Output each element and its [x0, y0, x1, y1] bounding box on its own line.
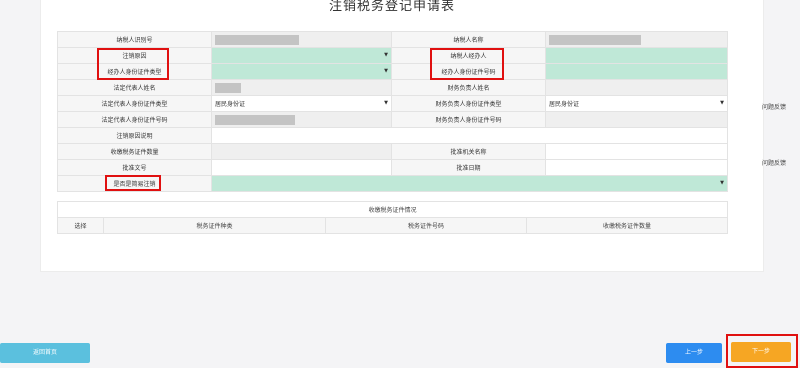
- highlight-box: [97, 48, 169, 80]
- cert-count-value: [211, 143, 392, 160]
- approval-date-input[interactable]: [545, 159, 728, 176]
- taxpayer-name-value: [545, 31, 728, 48]
- taxpayer-name-label: 纳税人名称: [391, 31, 546, 48]
- cert-count-label: 收缴税务证件数量: [57, 143, 212, 160]
- legal-rep-id-type-select[interactable]: 居民身份证 ▼: [211, 95, 392, 112]
- cancel-reason-note-input[interactable]: [211, 127, 728, 144]
- redacted-block: [215, 82, 241, 93]
- legal-rep-id-number-label: 法定代表人身份证件号码: [57, 111, 212, 128]
- previous-step-button[interactable]: 上一步: [666, 343, 722, 363]
- finance-head-id-number-label: 财务负责人身份证件号码: [391, 111, 546, 128]
- redacted-block: [215, 34, 299, 45]
- form-row: 法定代表人身份证件号码 财务负责人身份证件号码: [57, 111, 728, 128]
- agent-input[interactable]: [545, 47, 728, 64]
- feedback-link[interactable]: 问题反馈: [762, 104, 786, 112]
- dropdown-arrow-icon: ▼: [384, 68, 388, 74]
- dropdown-arrow-icon: ▼: [384, 52, 388, 58]
- form-row: 法定代表人姓名 财务负责人姓名: [57, 79, 728, 96]
- dropdown-arrow-icon: ▼: [720, 180, 724, 186]
- finance-head-id-type-select[interactable]: 居民身份证 ▼: [545, 95, 728, 112]
- column-header-select: 选择: [57, 217, 104, 234]
- certificate-heading: 收缴税务证件情况: [56, 201, 729, 218]
- form-row: 纳税人识别号 纳税人名称: [57, 31, 728, 48]
- certificate-table: 收缴税务证件情况 选择 税务证件种类 税务证件号码 收缴税务证件数量: [56, 201, 729, 234]
- cancel-reason-select[interactable]: ▼: [211, 47, 392, 64]
- form-row: 法定代表人身份证件类型 居民身份证 ▼ 财务负责人身份证件类型 居民身份证 ▼: [57, 95, 728, 112]
- page-title: 注销税务登记申请表: [328, 0, 455, 14]
- approval-number-input[interactable]: [211, 159, 392, 176]
- legal-rep-name-label: 法定代表人姓名: [57, 79, 212, 96]
- approval-date-label: 批准日期: [391, 159, 546, 176]
- next-step-button[interactable]: 下一步: [731, 342, 791, 362]
- agent-id-number-input[interactable]: [545, 63, 728, 80]
- finance-head-id-number-value: [545, 111, 728, 128]
- approval-authority-label: 批准机关名称: [391, 143, 546, 160]
- highlight-box: [105, 175, 161, 191]
- finance-head-name-label: 财务负责人姓名: [391, 79, 546, 96]
- page: 注销税务登记申请表 纳税人识别号 纳税人名称 注销原因 ▼ 纳税人经办人 经办人…: [0, 0, 800, 368]
- form-row: 收缴税务证件数量 批准机关名称: [57, 143, 728, 160]
- return-home-button[interactable]: 返回首页: [0, 343, 90, 363]
- legal-rep-id-type-label: 法定代表人身份证件类型: [57, 95, 212, 112]
- agent-id-type-select[interactable]: ▼: [211, 63, 392, 80]
- certificate-heading-row: 收缴税务证件情况: [56, 201, 729, 218]
- cancel-reason-note-label: 注销原因说明: [57, 127, 212, 144]
- legal-rep-name-value: [211, 79, 392, 96]
- approval-number-label: 批准文号: [57, 159, 212, 176]
- approval-authority-input[interactable]: [545, 143, 728, 160]
- redacted-block: [215, 114, 295, 125]
- column-header-cert-count: 收缴税务证件数量: [525, 217, 729, 234]
- legal-rep-id-number-value: [211, 111, 392, 128]
- form-row: 注销原因说明: [57, 127, 728, 144]
- redacted-block: [549, 34, 641, 45]
- form-row: 批准文号 批准日期: [57, 159, 728, 176]
- simple-cancel-select[interactable]: ▼: [211, 175, 728, 192]
- taxpayer-id-value: [211, 31, 392, 48]
- column-header-cert-number: 税务证件号码: [325, 217, 527, 234]
- taxpayer-id-label: 纳税人识别号: [57, 31, 212, 48]
- dropdown-arrow-icon: ▼: [384, 100, 388, 106]
- column-header-cert-type: 税务证件种类: [103, 217, 326, 234]
- finance-head-id-type-label: 财务负责人身份证件类型: [391, 95, 546, 112]
- dropdown-arrow-icon: ▼: [720, 100, 724, 106]
- certificate-header-row: 选择 税务证件种类 税务证件号码 收缴税务证件数量: [57, 217, 729, 234]
- highlight-box: [430, 48, 504, 80]
- finance-head-name-value: [545, 79, 728, 96]
- feedback-link[interactable]: 问题反馈: [762, 160, 786, 168]
